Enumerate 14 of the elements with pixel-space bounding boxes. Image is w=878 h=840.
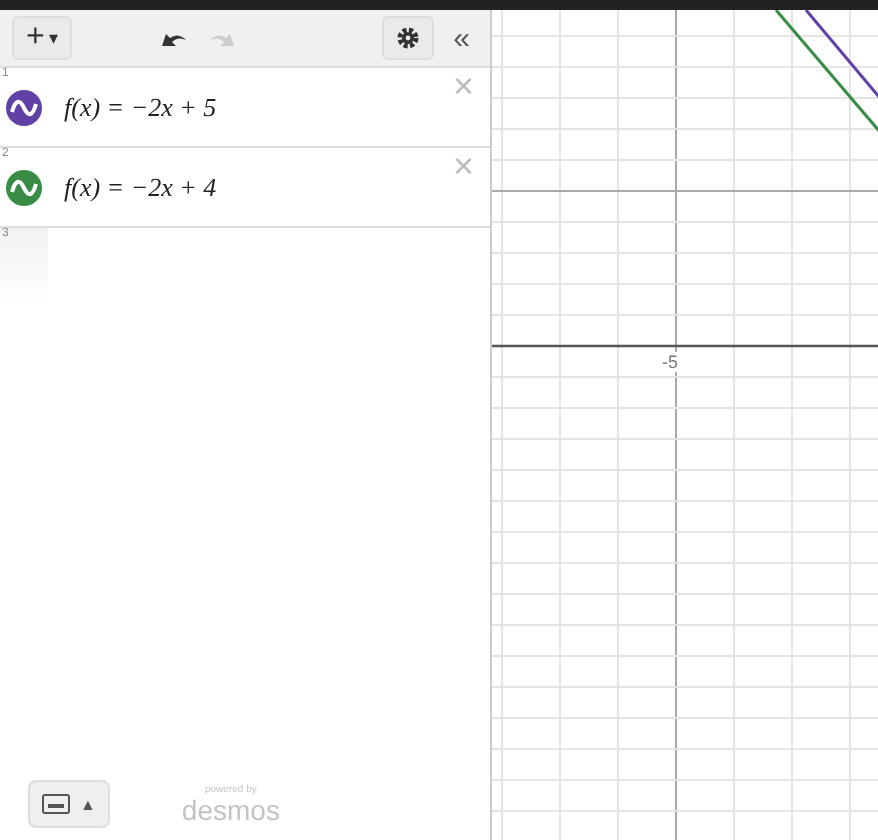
keypad-button[interactable]: ▲ [28,780,110,828]
settings-button[interactable] [381,16,434,60]
collapse-button[interactable]: « [445,21,478,55]
axis-label: -5 [660,352,681,372]
keyboard-icon [42,794,70,814]
wave-icon[interactable] [6,89,42,125]
expression-formula[interactable]: f(x) = −2x + 4 [64,171,453,203]
line-graph [804,10,878,99]
settings-icon [395,26,420,50]
expression-formula[interactable]: f(x) = −2x + 5 [64,91,453,123]
wave-icon[interactable] [6,169,42,205]
undo-icon[interactable] [160,28,189,48]
line-graph [774,10,878,133]
add-button[interactable]: +▾ [12,16,73,60]
